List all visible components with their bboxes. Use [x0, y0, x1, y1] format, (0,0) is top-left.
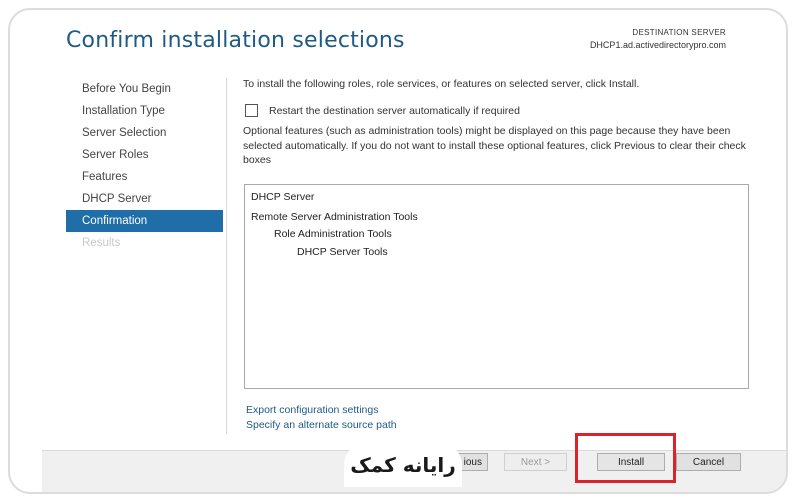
nav-item-dhcp-server[interactable]: DHCP Server	[66, 188, 223, 210]
selected-features-list[interactable]: DHCP Server Remote Server Administration…	[244, 184, 749, 389]
nav-divider	[226, 78, 227, 434]
wizard-window: Confirm installation selections DESTINAT…	[8, 8, 788, 494]
intro-text: To install the following roles, role ser…	[243, 78, 640, 90]
destination-server-value: DHCP1.ad.activedirectorypro.com	[589, 40, 726, 50]
export-configuration-link[interactable]: Export configuration settings	[246, 404, 379, 416]
nav-item-before-you-begin[interactable]: Before You Begin	[66, 78, 223, 100]
watermark-logo: رایانه کمک	[344, 443, 462, 487]
restart-option[interactable]: Restart the destination server automatic…	[245, 104, 520, 117]
destination-server-label: DESTINATION SERVER	[632, 28, 726, 37]
main-content: To install the following roles, role ser…	[243, 78, 753, 431]
install-highlight-box	[575, 433, 676, 483]
next-button: Next >	[504, 453, 567, 471]
restart-label[interactable]: Restart the destination server automatic…	[269, 105, 520, 117]
nav-item-results: Results	[82, 237, 121, 249]
nav-item-installation-type[interactable]: Installation Type	[66, 100, 223, 122]
nav-item-confirmation[interactable]: Confirmation	[66, 210, 223, 232]
wizard-nav: Before You Begin Installation Type Serve…	[66, 78, 223, 254]
page-title: Confirm installation selections	[66, 28, 405, 53]
alternate-source-link[interactable]: Specify an alternate source path	[246, 419, 397, 431]
list-item: Role Administration Tools	[274, 228, 392, 240]
cancel-button[interactable]: Cancel	[676, 453, 741, 471]
nav-item-server-roles[interactable]: Server Roles	[66, 144, 223, 166]
nav-item-server-selection[interactable]: Server Selection	[66, 122, 223, 144]
optional-features-text: Optional features (such as administratio…	[243, 125, 746, 166]
list-item: DHCP Server Tools	[297, 246, 388, 258]
list-item: Remote Server Administration Tools	[251, 211, 418, 223]
list-item: DHCP Server	[251, 191, 315, 203]
watermark-text: رایانه کمک	[350, 453, 456, 477]
nav-item-features[interactable]: Features	[66, 166, 223, 188]
restart-checkbox[interactable]	[245, 104, 258, 117]
